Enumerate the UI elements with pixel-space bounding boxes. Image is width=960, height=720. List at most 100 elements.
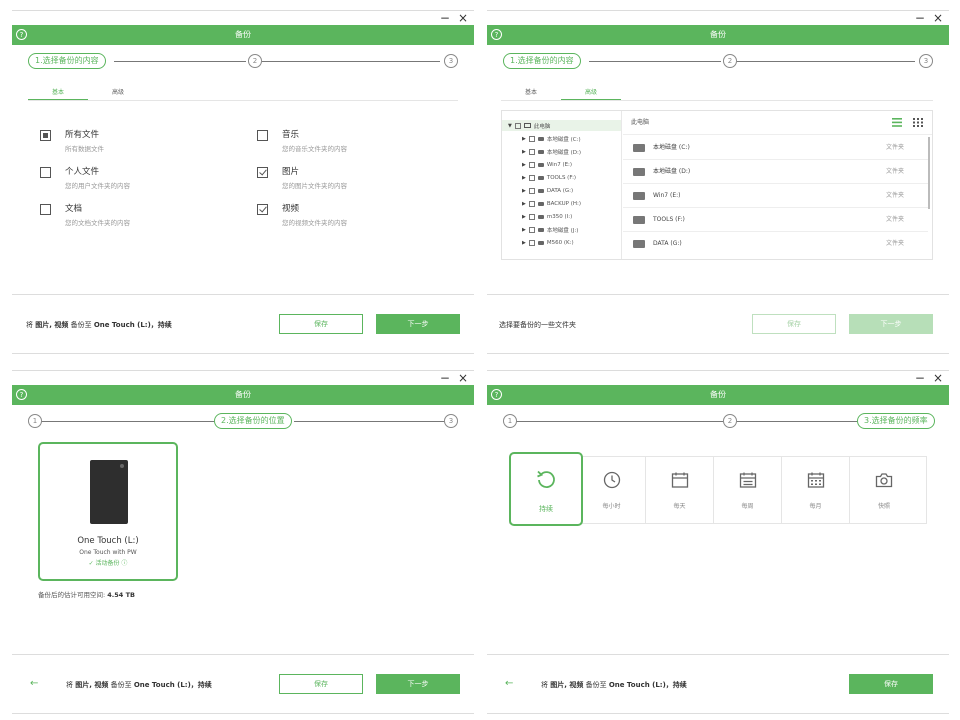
help-icon[interactable]: ? xyxy=(491,389,502,400)
list-row[interactable]: 本地磁盘 (C:) 文件夹 xyxy=(623,136,928,160)
freq-hourly[interactable]: 每小时 xyxy=(578,457,646,523)
tree-item[interactable]: ▶ Win7 (E:) xyxy=(522,159,572,170)
expand-right-icon[interactable]: ▶ xyxy=(522,201,526,207)
tab-basic[interactable]: 基本 xyxy=(501,87,561,99)
footer-divider xyxy=(12,294,474,295)
grid-view-icon[interactable] xyxy=(913,118,923,127)
tree-item[interactable]: ▶ m350 (I:) xyxy=(522,211,572,222)
step-1-active[interactable]: 1.选择备份的内容 xyxy=(28,53,106,69)
tree-checkbox[interactable] xyxy=(528,200,535,207)
step-3[interactable]: 3 xyxy=(444,414,458,428)
checkbox-unchecked[interactable] xyxy=(40,167,51,178)
tree-item[interactable]: ▶ DATA (G:) xyxy=(522,185,573,196)
tree-checkbox[interactable] xyxy=(528,226,535,233)
window-title: 备份 xyxy=(235,30,251,39)
tree-item[interactable]: ▶ 本地磁盘 (J:) xyxy=(522,224,578,235)
help-icon[interactable]: ? xyxy=(16,389,27,400)
tree-root[interactable]: ▼ 此电脑 xyxy=(502,120,621,131)
expand-right-icon[interactable]: ▶ xyxy=(522,136,526,142)
tree-checkbox[interactable] xyxy=(528,213,535,220)
close-icon[interactable]: × xyxy=(458,371,468,385)
freq-weekly[interactable]: 每周 xyxy=(714,457,782,523)
option-all-files[interactable]: 所有文件 所有数据文件 xyxy=(40,128,104,153)
save-button[interactable]: 保存 xyxy=(752,314,836,334)
tree-checkbox[interactable] xyxy=(528,148,535,155)
step-1[interactable]: 1 xyxy=(28,414,42,428)
drive-card[interactable]: One Touch (L:) One Touch with PW ✓ 活动备份 … xyxy=(38,442,178,581)
minimize-icon[interactable]: − xyxy=(915,11,925,25)
step-1[interactable]: 1 xyxy=(503,414,517,428)
window-controls: − × xyxy=(440,11,468,25)
expand-down-icon[interactable]: ▼ xyxy=(508,123,512,129)
tree-checkbox[interactable] xyxy=(528,135,535,142)
step-2[interactable]: 2 xyxy=(248,54,262,68)
close-icon[interactable]: × xyxy=(933,11,943,25)
step-2-active[interactable]: 2.选择备份的位置 xyxy=(214,413,292,429)
save-button[interactable]: 保存 xyxy=(279,674,363,694)
list-row[interactable]: DATA (G:) 文件夹 xyxy=(623,232,928,256)
help-icon[interactable]: ? xyxy=(16,29,27,40)
minimize-icon[interactable]: − xyxy=(915,371,925,385)
step-3[interactable]: 3 xyxy=(919,54,933,68)
tree-checkbox[interactable] xyxy=(528,161,535,168)
step-2[interactable]: 2 xyxy=(723,54,737,68)
freq-monthly[interactable]: 每月 xyxy=(782,457,850,523)
close-icon[interactable]: × xyxy=(933,371,943,385)
step-3-active[interactable]: 3.选择备份的频率 xyxy=(857,413,935,429)
option-documents[interactable]: 文档 您的文档文件夹的内容 xyxy=(40,202,130,227)
list-row[interactable]: Win7 (E:) 文件夹 xyxy=(623,184,928,208)
tree-item[interactable]: ▶ BACKUP (H:) xyxy=(522,198,581,209)
step-3[interactable]: 3 xyxy=(444,54,458,68)
freq-daily[interactable]: 每天 xyxy=(646,457,714,523)
tree-checkbox[interactable] xyxy=(528,174,535,181)
next-button[interactable]: 下一步 xyxy=(849,314,933,334)
option-personal-files[interactable]: 个人文件 您的用户文件夹的内容 xyxy=(40,165,130,190)
tree-item[interactable]: ▶ M560 (K:) xyxy=(522,237,574,248)
option-music[interactable]: 音乐 您的音乐文件夹的内容 xyxy=(257,128,347,153)
footer-divider xyxy=(487,654,949,655)
tab-advanced[interactable]: 高级 xyxy=(88,87,148,99)
tree-item[interactable]: ▶ TOOLS (F:) xyxy=(522,172,576,183)
tree-checkbox[interactable] xyxy=(514,122,521,129)
tab-advanced[interactable]: 高级 xyxy=(561,87,621,99)
next-button[interactable]: 下一步 xyxy=(376,674,460,694)
frequency-options: 每小时 每天 每周 每月 快照 持续 xyxy=(509,452,927,526)
back-arrow-icon[interactable]: ← xyxy=(505,678,513,689)
list-row[interactable]: 本地磁盘 (D:) 文件夹 xyxy=(623,160,928,184)
step-2[interactable]: 2 xyxy=(723,414,737,428)
checkbox-partial[interactable] xyxy=(40,130,51,141)
expand-right-icon[interactable]: ▶ xyxy=(522,214,526,220)
checkbox-unchecked[interactable] xyxy=(257,130,268,141)
checkbox-checked[interactable] xyxy=(257,167,268,178)
help-icon[interactable]: ? xyxy=(491,29,502,40)
minimize-icon[interactable]: − xyxy=(440,11,450,25)
tree-checkbox[interactable] xyxy=(528,187,535,194)
tree-item[interactable]: ▶ 本地磁盘 (D:) xyxy=(522,146,581,157)
list-row[interactable]: TOOLS (F:) 文件夹 xyxy=(623,208,928,232)
next-button[interactable]: 下一步 xyxy=(376,314,460,334)
expand-right-icon[interactable]: ▶ xyxy=(522,227,526,233)
tree-item[interactable]: ▶ 本地磁盘 (C:) xyxy=(522,133,581,144)
step-1-active[interactable]: 1.选择备份的内容 xyxy=(503,53,581,69)
freq-snapshot[interactable]: 快照 xyxy=(850,457,918,523)
checkbox-checked[interactable] xyxy=(257,204,268,215)
freq-continuous-selected[interactable]: 持续 xyxy=(509,452,583,526)
option-pictures[interactable]: 图片 您的图片文件夹的内容 xyxy=(257,165,347,190)
expand-right-icon[interactable]: ▶ xyxy=(522,240,526,246)
save-button[interactable]: 保存 xyxy=(279,314,363,334)
back-arrow-icon[interactable]: ← xyxy=(30,678,38,689)
save-button[interactable]: 保存 xyxy=(849,674,933,694)
step-progress: 1 2.选择备份的位置 3 xyxy=(24,413,458,429)
list-view-icon[interactable] xyxy=(892,118,902,127)
expand-right-icon[interactable]: ▶ xyxy=(522,175,526,181)
tab-basic[interactable]: 基本 xyxy=(28,87,88,99)
expand-right-icon[interactable]: ▶ xyxy=(522,149,526,155)
expand-right-icon[interactable]: ▶ xyxy=(522,188,526,194)
tree-checkbox[interactable] xyxy=(528,239,535,246)
close-icon[interactable]: × xyxy=(458,11,468,25)
minimize-icon[interactable]: − xyxy=(440,371,450,385)
checkbox-unchecked[interactable] xyxy=(40,204,51,215)
option-videos[interactable]: 视频 您的视频文件夹的内容 xyxy=(257,202,347,227)
expand-right-icon[interactable]: ▶ xyxy=(522,162,526,168)
scrollbar[interactable] xyxy=(928,137,930,209)
